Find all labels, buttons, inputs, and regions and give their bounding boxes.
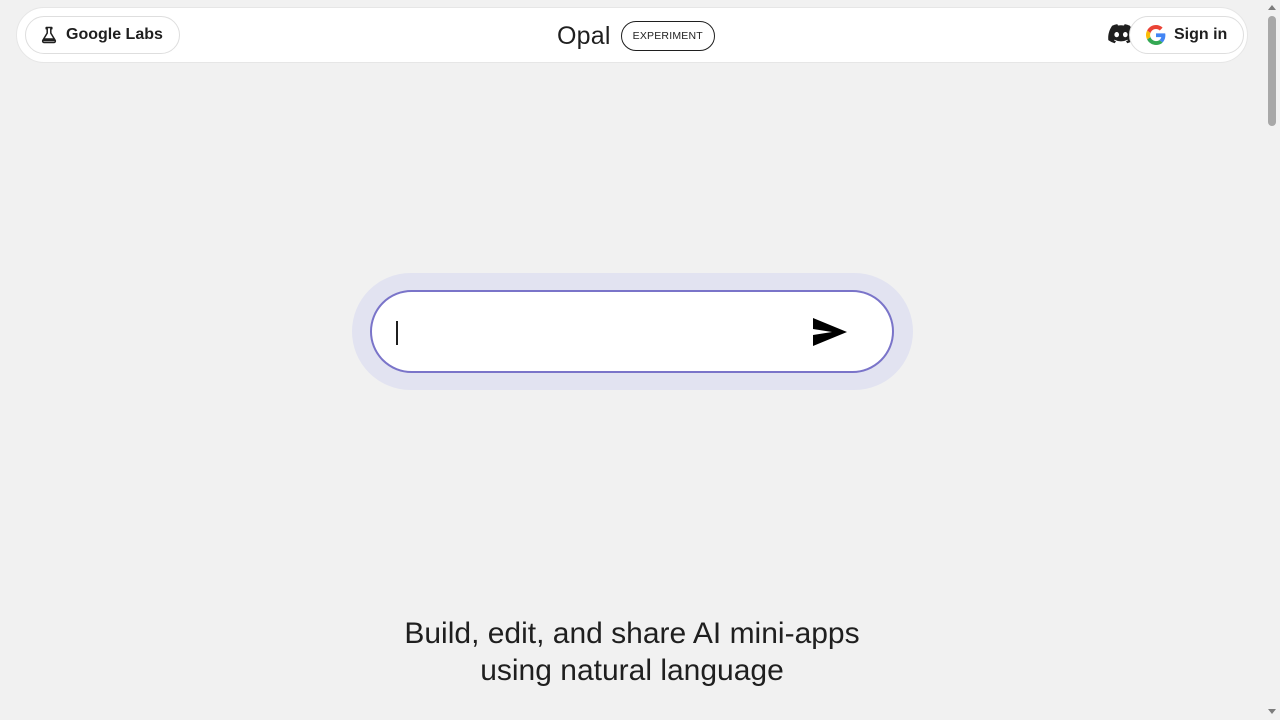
page: Google Labs Opal EXPERIMENT Sign in Buil… [0,0,1280,720]
prompt-input[interactable] [392,306,796,360]
google-g-icon [1146,25,1166,45]
send-button[interactable] [810,315,850,349]
tagline-line-2: using natural language [480,654,784,687]
sign-in-button[interactable]: Sign in [1129,16,1245,54]
scroll-up-arrow-icon[interactable] [1268,5,1276,10]
vertical-scrollbar[interactable] [1264,0,1280,720]
flask-icon [40,26,58,44]
page-title: Opal [557,21,611,50]
tagline: Build, edit, and share AI mini-apps usin… [0,615,1264,689]
google-labs-button[interactable]: Google Labs [25,16,180,54]
prompt-halo [352,273,913,390]
scroll-down-arrow-icon[interactable] [1268,709,1276,714]
tagline-line-1: Build, edit, and share AI mini-apps [404,617,860,650]
google-labs-label: Google Labs [66,26,163,43]
send-icon [812,317,848,347]
sign-in-label: Sign in [1174,26,1228,43]
scroll-thumb[interactable] [1268,16,1276,126]
experiment-badge: EXPERIMENT [620,21,715,51]
text-caret [396,321,398,345]
top-bar: Google Labs Opal EXPERIMENT Sign in [16,7,1248,63]
prompt-box [370,290,894,373]
brand: Opal EXPERIMENT [557,21,715,51]
